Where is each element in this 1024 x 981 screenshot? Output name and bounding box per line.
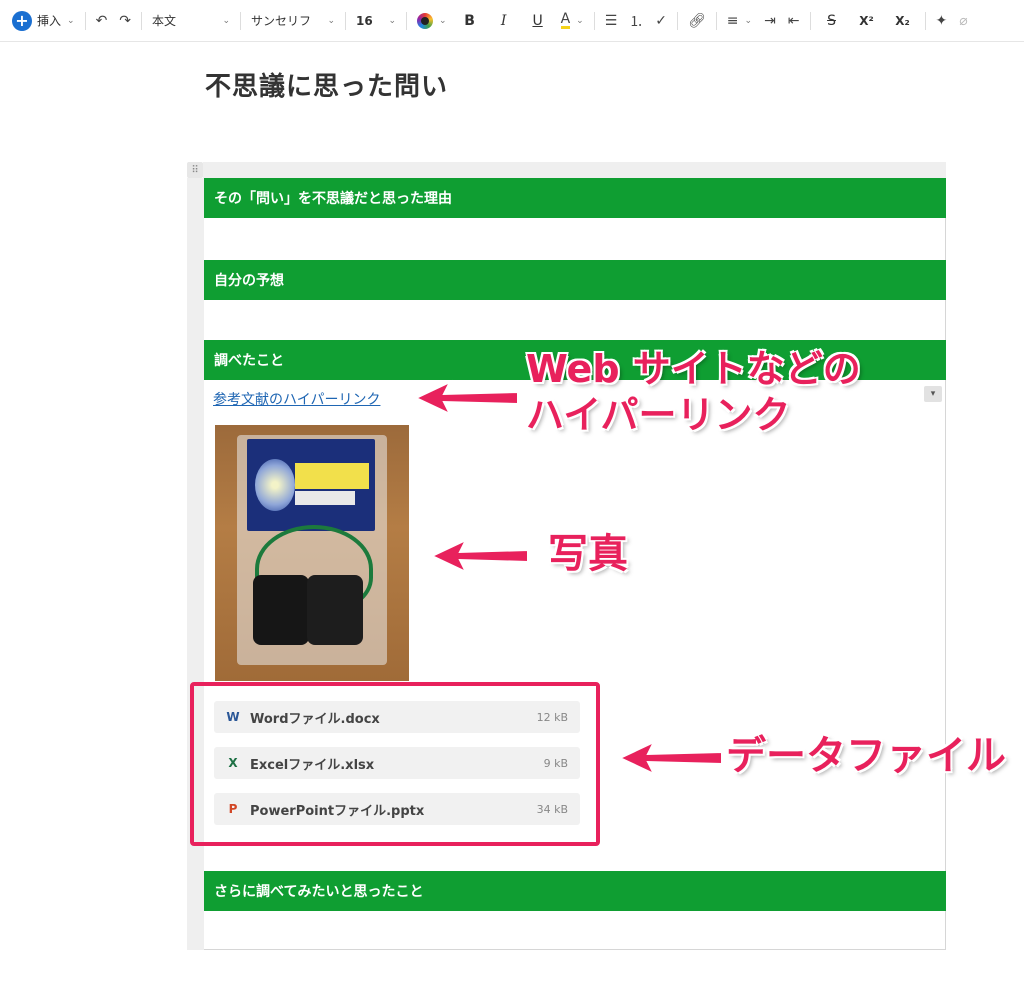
photo-package-card [247,439,375,531]
magic-wand-icon: ✦ [935,12,948,29]
underline-button[interactable]: U [521,6,555,36]
outdent-icon: ⇤ [787,12,800,29]
indent-button[interactable]: ⇥ [758,6,782,36]
link-icon: 🔗︎ [688,12,706,29]
plus-icon: + [12,10,32,31]
magic-wand-button[interactable]: ✦ [930,6,954,36]
undo-button[interactable]: ↶ [90,6,114,36]
bullet-list-icon: ☰ [604,12,618,29]
annotation-files: データファイル [726,733,1006,779]
italic-button[interactable]: I [487,6,521,36]
subscript-icon: X₂ [895,13,910,28]
align-button[interactable]: ≡ ⌄ [721,6,758,36]
text-color-button[interactable]: ⌄ [411,6,453,36]
toolbar-divider [715,11,717,30]
block-top-bar [203,162,946,178]
chevron-down-icon: ⌄ [439,15,447,26]
font-family-select[interactable]: サンセリフ ⌄ [245,6,341,36]
drag-handle-icon[interactable]: ⠿ [187,162,203,178]
paragraph-style-select[interactable]: 本文 ⌄ [146,6,236,36]
chevron-down-icon: ⌄ [744,15,753,26]
bold-button[interactable]: B [453,6,487,36]
outdent-button[interactable]: ⇤ [782,6,806,36]
align-left-icon: ≡ [726,12,739,29]
editor-toolbar: + 挿入 ⌄ ↶ ↷ 本文 ⌄ サンセリフ ⌄ 16 ⌄ ⌄ B I U A ⌄… [0,0,1024,42]
superscript-icon: X² [859,13,874,28]
highlight-icon: A [560,11,571,29]
bold-icon: B [464,12,475,29]
link-button[interactable]: 🔗︎ [682,6,712,36]
bullet-list-button[interactable]: ☰ [599,6,624,36]
photo-e12-label [295,491,355,505]
photo-socket-right [307,575,363,645]
clear-format-button[interactable]: ⌀ [953,6,973,36]
italic-icon: I [500,12,507,29]
arrow-left-icon [413,379,519,417]
clear-format-icon: ⌀ [959,12,968,29]
section-header-reason[interactable]: その「問い」を不思議だと思った理由 [204,178,946,218]
toolbar-divider [84,11,86,30]
paragraph-style-value: 本文 [152,14,177,28]
undo-icon: ↶ [95,12,108,29]
color-wheel-icon [417,12,434,29]
chevron-down-icon: ⌄ [576,15,584,26]
toolbar-divider [141,11,143,30]
underline-icon: U [532,12,543,29]
files-highlight-box [190,682,600,846]
chevron-down-icon: ⌄ [67,15,75,26]
highlight-button[interactable]: A ⌄ [555,6,590,36]
toolbar-divider [677,11,678,30]
numbered-list-icon: ⒈ [629,13,644,30]
chevron-down-icon[interactable]: ▾ [924,386,942,402]
redo-button[interactable]: ↷ [113,6,137,36]
checklist-icon: ✓ [655,12,667,29]
strikethrough-button[interactable]: S [815,6,849,36]
insert-button[interactable]: + 挿入 ⌄ [6,6,81,36]
redo-icon: ↷ [119,12,132,29]
font-family-value: サンセリフ [251,14,312,28]
insert-label: 挿入 [37,14,62,28]
toolbar-divider [809,11,811,30]
font-size-value: 16 [356,13,373,28]
annotation-link-line1: Web サイトなどの [526,347,861,391]
photo-label [295,463,369,489]
superscript-button[interactable]: X² [849,6,885,36]
checklist-button[interactable]: ✓ [649,6,673,36]
indent-icon: ⇥ [764,12,776,29]
subscript-button[interactable]: X₂ [885,6,921,36]
section-header-prediction[interactable]: 自分の予想 [204,260,946,300]
toolbar-divider [240,11,242,30]
annotation-link-line2: ハイパーリンク [526,393,791,437]
photo-socket-left [253,575,309,645]
chevron-down-icon: ⌄ [222,15,231,26]
chevron-down-icon: ⌄ [327,15,336,26]
toolbar-divider [406,11,408,30]
strikethrough-icon: S [827,12,836,29]
photo-socket [255,459,295,511]
arrow-left-icon [429,537,529,575]
numbered-list-button[interactable]: ⒈ [623,6,649,36]
product-photo[interactable] [215,425,409,681]
chevron-down-icon: ⌄ [388,15,397,26]
section-header-further-research[interactable]: さらに調べてみたいと思ったこと [204,871,946,911]
toolbar-divider [924,11,926,30]
toolbar-divider [593,11,595,30]
annotation-photo: 写真 [548,531,628,577]
arrow-left-icon [617,739,723,777]
font-size-select[interactable]: 16 ⌄ [350,6,402,36]
reference-hyperlink[interactable]: 参考文献のハイパーリンク [213,389,380,409]
toolbar-divider [345,11,347,30]
page-title[interactable]: 不思議に思った問い [205,66,448,103]
